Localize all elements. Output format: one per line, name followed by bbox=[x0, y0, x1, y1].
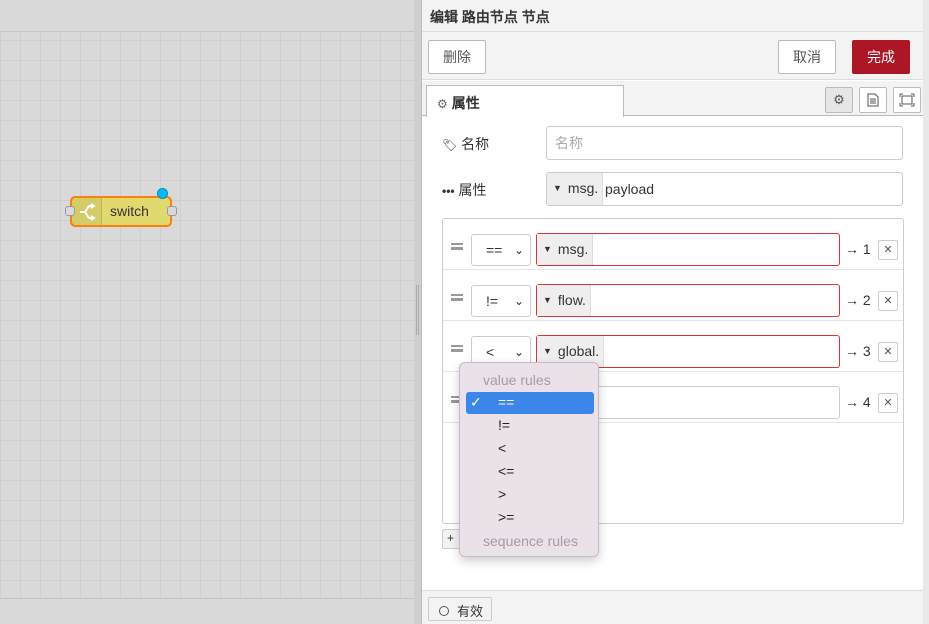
property-label: ••• 属性 bbox=[442, 180, 487, 200]
rule-value-input[interactable]: ▼ msg. bbox=[536, 233, 840, 266]
dropdown-option[interactable]: ✓ == bbox=[466, 392, 594, 414]
dropdown-option[interactable]: <= bbox=[466, 461, 594, 483]
circle-icon bbox=[439, 606, 449, 616]
caret-down-icon: ▼ bbox=[543, 244, 552, 254]
property-type-label: msg. bbox=[567, 180, 599, 196]
dropdown-option[interactable]: < bbox=[466, 438, 594, 460]
tag-icon: 🏷 bbox=[442, 138, 458, 152]
rule-row: == ⌄ ▼ msg. → 1 ✕ bbox=[443, 219, 903, 270]
tab-properties-label: 属性 bbox=[451, 95, 480, 111]
rule-type-label: global. bbox=[557, 343, 600, 359]
rule-operator-value: != bbox=[486, 293, 499, 309]
tray-toolbar: 删除 取消 完成 bbox=[422, 32, 924, 80]
splitter-grip[interactable] bbox=[416, 285, 419, 335]
property-label-text: 属性 bbox=[458, 182, 487, 198]
dropdown-option[interactable]: != bbox=[466, 415, 594, 437]
chevron-down-icon: ⌄ bbox=[513, 294, 524, 308]
property-input[interactable]: ▼ msg. payload bbox=[546, 172, 903, 206]
tray-footer: 有效 bbox=[422, 590, 924, 624]
checkmark-icon: ✓ bbox=[470, 394, 482, 410]
rule-operator-value: == bbox=[486, 242, 503, 258]
workspace-footer bbox=[0, 598, 414, 624]
rule-type-label: flow. bbox=[557, 292, 586, 308]
workspace-tab-bar bbox=[0, 0, 414, 32]
gear-icon: ⚙ bbox=[437, 97, 448, 111]
document-icon[interactable] bbox=[859, 87, 887, 113]
remove-rule-button[interactable]: ✕ bbox=[878, 240, 898, 260]
dropdown-option[interactable]: >= bbox=[466, 507, 594, 529]
rule-type-select[interactable]: ▼ flow. bbox=[537, 285, 591, 316]
rule-type-label: msg. bbox=[557, 241, 589, 257]
rule-output: → 4 bbox=[845, 394, 871, 410]
chevron-down-icon: ⌄ bbox=[513, 345, 524, 359]
dropdown-option[interactable]: > bbox=[466, 484, 594, 506]
node-label: switch bbox=[110, 203, 149, 219]
node-output-port[interactable] bbox=[167, 206, 177, 216]
property-type-select[interactable]: ▼ msg. bbox=[547, 173, 604, 205]
caret-down-icon: ▼ bbox=[543, 346, 552, 356]
dropdown-option-label: == bbox=[498, 394, 515, 410]
remove-rule-button[interactable]: ✕ bbox=[878, 291, 898, 311]
rule-type-select[interactable]: ▼ msg. bbox=[537, 234, 594, 265]
frame-icon[interactable] bbox=[893, 87, 921, 113]
rule-operator-select[interactable]: == ⌄ bbox=[471, 234, 531, 266]
enabled-label: 有效 bbox=[457, 604, 484, 619]
panel-splitter[interactable] bbox=[414, 0, 421, 624]
caret-down-icon: ▼ bbox=[553, 183, 562, 193]
chevron-down-icon: ⌄ bbox=[513, 243, 524, 257]
property-value: payload bbox=[605, 181, 655, 197]
remove-rule-button[interactable]: ✕ bbox=[878, 393, 898, 413]
name-label-text: 名称 bbox=[461, 136, 490, 152]
rule-operator-select[interactable]: != ⌄ bbox=[471, 285, 531, 317]
drag-handle-icon[interactable] bbox=[451, 243, 463, 250]
enabled-toggle[interactable]: 有效 bbox=[428, 597, 492, 621]
name-label: 🏷 名称 bbox=[442, 134, 489, 154]
tray-header: 编辑 路由节点 节点 bbox=[422, 0, 924, 32]
switch-icon bbox=[72, 198, 102, 225]
operator-dropdown: value rules ✓ == != < <= > >= sequence ru… bbox=[459, 362, 599, 557]
tray-title: 编辑 路由节点 节点 bbox=[430, 9, 550, 25]
caret-down-icon: ▼ bbox=[543, 295, 552, 305]
switch-node[interactable]: switch bbox=[65, 188, 177, 227]
done-button[interactable]: 完成 bbox=[852, 40, 910, 74]
rule-output: → 1 bbox=[845, 241, 871, 257]
node-changed-indicator bbox=[157, 188, 168, 199]
drag-handle-icon[interactable] bbox=[451, 294, 463, 301]
rule-output: → 2 bbox=[845, 292, 871, 308]
rule-operator-value: < bbox=[486, 344, 495, 360]
cancel-button[interactable]: 取消 bbox=[778, 40, 836, 74]
tray-tabs: ⚙ 属性 ⚙ bbox=[422, 81, 924, 117]
ellipsis-icon: ••• bbox=[442, 184, 455, 198]
gear-icon[interactable]: ⚙ bbox=[825, 87, 853, 113]
node-input-port[interactable] bbox=[65, 206, 75, 216]
name-input[interactable]: 名称 bbox=[546, 126, 903, 160]
rule-output: → 3 bbox=[845, 343, 871, 359]
flow-workspace[interactable]: switch bbox=[0, 0, 414, 624]
delete-button[interactable]: 删除 bbox=[428, 40, 486, 74]
dropdown-group-sequence-rules: sequence rules bbox=[483, 533, 578, 549]
drag-handle-icon[interactable] bbox=[451, 345, 463, 352]
dropdown-group-value-rules: value rules bbox=[483, 372, 551, 388]
rule-row: != ⌄ ▼ flow. → 2 ✕ bbox=[443, 270, 903, 321]
tray-scrollbar[interactable] bbox=[923, 0, 929, 624]
tab-properties[interactable]: ⚙ 属性 bbox=[426, 85, 624, 117]
remove-rule-button[interactable]: ✕ bbox=[878, 342, 898, 362]
rule-value-input[interactable]: ▼ flow. bbox=[536, 284, 840, 317]
